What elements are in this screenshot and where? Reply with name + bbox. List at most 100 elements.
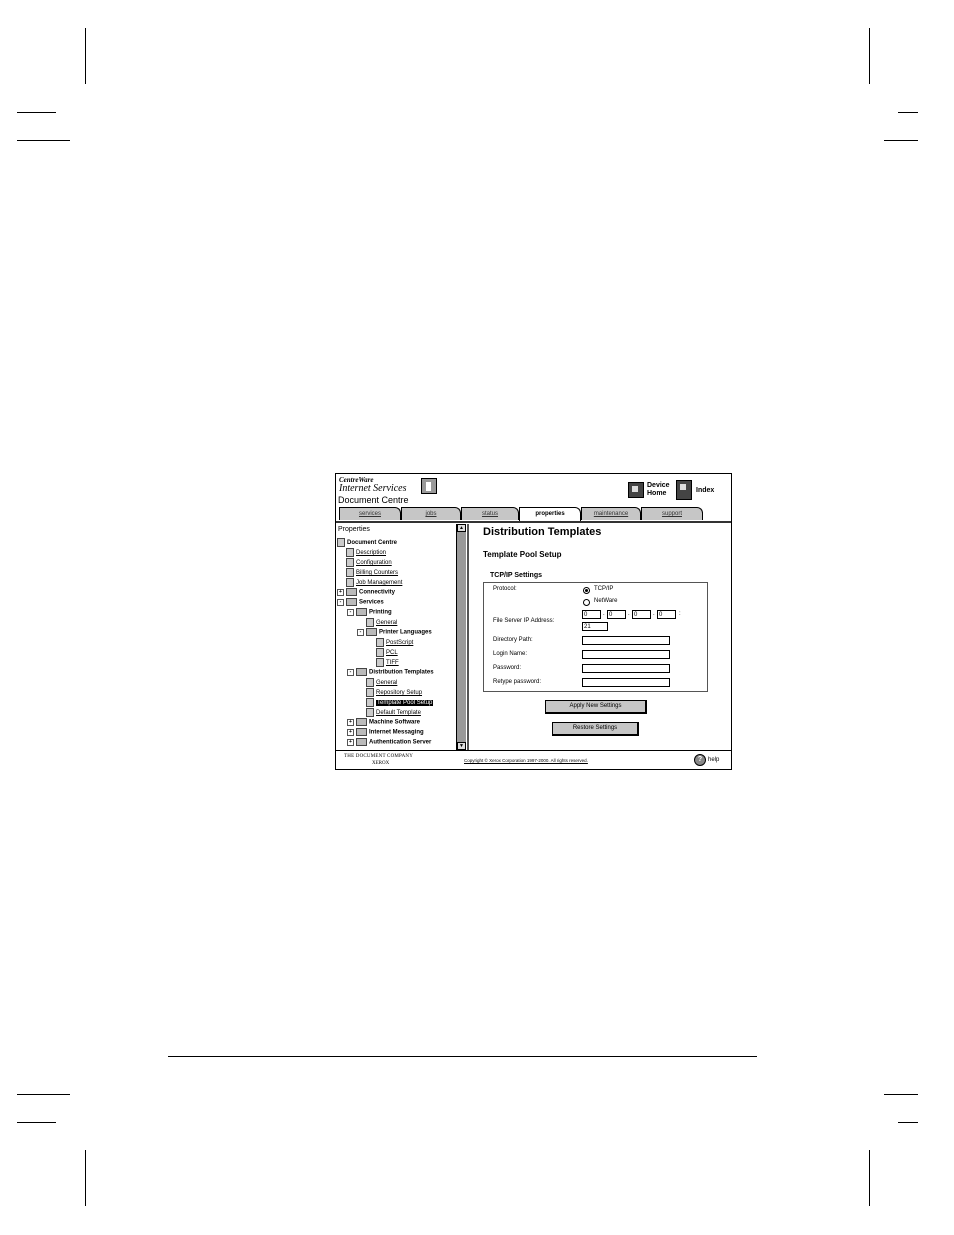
- tab-support[interactable]: support: [641, 507, 703, 520]
- tree-scrollbar[interactable]: ▲ ▼: [456, 524, 466, 750]
- password-field[interactable]: [582, 664, 670, 673]
- ip-octet-3[interactable]: 0: [632, 610, 651, 619]
- scroll-down-arrow-icon[interactable]: ▼: [457, 742, 466, 750]
- restore-settings-button[interactable]: Restore Settings: [552, 722, 639, 736]
- tab-status[interactable]: status: [461, 507, 519, 520]
- tree-node-billing-counters[interactable]: Billing Counters: [346, 568, 398, 577]
- centreware-logo-icon: [421, 478, 437, 494]
- tab-services[interactable]: services: [339, 507, 401, 520]
- screenshot-window: CentreWare Internet Services Document Ce…: [335, 473, 732, 770]
- page-icon: [366, 688, 374, 697]
- tree-node-configuration[interactable]: Configuration: [346, 558, 392, 567]
- protocol-option-tcpip: TCP/IP: [594, 586, 614, 592]
- tree-node-dt-general[interactable]: General: [366, 678, 397, 687]
- tree-node-tiff[interactable]: TIFF: [376, 658, 399, 667]
- help-icon[interactable]: ?: [694, 754, 706, 766]
- page-icon: [366, 618, 374, 627]
- page-icon: [366, 708, 374, 717]
- tree-node-distribution-templates[interactable]: - Distribution Templates: [347, 668, 434, 677]
- tree-node-pcl[interactable]: PCL: [376, 648, 398, 657]
- protocol-radio-tcpip[interactable]: [583, 587, 590, 594]
- page-subtitle: Template Pool Setup: [483, 550, 562, 559]
- login-name-field[interactable]: [582, 650, 670, 659]
- tab-properties[interactable]: properties: [519, 507, 581, 521]
- expand-icon[interactable]: +: [337, 588, 344, 596]
- collapse-icon[interactable]: -: [347, 608, 354, 616]
- tree-node-document-centre[interactable]: Document Centre: [337, 538, 397, 547]
- tree-node-job-management[interactable]: Job Management: [346, 578, 402, 587]
- tree-node-services[interactable]: - Services: [337, 598, 384, 607]
- tree-node-authentication-server[interactable]: + Authentication Server: [347, 738, 431, 747]
- folder-icon: [346, 588, 357, 596]
- tab-divider: [336, 521, 731, 523]
- folder-icon: [356, 738, 367, 746]
- company-line1: THE DOCUMENT COMPANY: [344, 754, 414, 759]
- folder-icon: [346, 598, 357, 606]
- retype-password-label: Retype password:: [493, 679, 542, 685]
- tree-node-machine-software[interactable]: + Machine Software: [347, 718, 420, 727]
- pane-divider[interactable]: [467, 524, 469, 750]
- tree-node-printing[interactable]: - Printing: [347, 608, 392, 617]
- directory-path-field[interactable]: [582, 636, 670, 645]
- collapse-icon[interactable]: -: [347, 668, 354, 676]
- scroll-up-arrow-icon[interactable]: ▲: [457, 524, 466, 532]
- login-label: Login Name:: [493, 651, 528, 657]
- device-name: Document Centre: [338, 495, 409, 505]
- tree-node-general[interactable]: General: [366, 618, 397, 627]
- brand-line2: Internet Services: [339, 483, 407, 494]
- expand-icon[interactable]: +: [347, 718, 354, 726]
- folder-icon: [356, 718, 367, 726]
- page-icon: [376, 648, 384, 657]
- device-home-link[interactable]: Device Home: [647, 482, 673, 498]
- tree-node-repository-setup[interactable]: Repository Setup: [366, 688, 422, 697]
- expand-icon[interactable]: +: [347, 728, 354, 736]
- tab-maintenance[interactable]: maintenance: [581, 507, 641, 520]
- folder-icon: [356, 608, 367, 616]
- tree-node-template-pool-setup[interactable]: Template Pool Setup: [366, 698, 434, 707]
- collapse-icon[interactable]: -: [337, 598, 344, 606]
- crop-mark: [17, 140, 70, 141]
- tree-node-postscript[interactable]: PostScript: [376, 638, 413, 647]
- ip-octet-1[interactable]: 0: [582, 610, 601, 619]
- page-icon: [346, 578, 354, 587]
- tree-node-printer-languages[interactable]: - Printer Languages: [357, 628, 432, 637]
- device-home-icon[interactable]: [628, 482, 644, 498]
- crop-mark: [869, 1150, 870, 1206]
- collapse-icon[interactable]: -: [357, 628, 364, 636]
- device-icon: [337, 538, 345, 547]
- tab-jobs[interactable]: jobs: [401, 507, 461, 520]
- apply-settings-button[interactable]: Apply New Settings: [545, 700, 647, 714]
- protocol-label: Protocol:: [493, 586, 517, 592]
- page-icon: [376, 658, 384, 667]
- tree-node-description[interactable]: Description: [346, 548, 386, 557]
- page-footer-rule: [168, 1056, 757, 1057]
- tree-title: Properties: [338, 526, 370, 533]
- crop-mark: [17, 1094, 70, 1095]
- page-title: Distribution Templates: [483, 526, 602, 538]
- folder-icon: [356, 728, 367, 736]
- crop-mark: [17, 112, 56, 113]
- retype-password-field[interactable]: [582, 678, 670, 687]
- password-label: Password:: [493, 665, 522, 671]
- protocol-option-netware: NetWare: [594, 598, 618, 604]
- tree-node-connectivity[interactable]: + Connectivity: [337, 588, 395, 597]
- page-icon: [346, 548, 354, 557]
- directory-label: Directory Path:: [493, 637, 533, 643]
- expand-icon[interactable]: +: [347, 738, 354, 746]
- index-link[interactable]: Index: [696, 487, 714, 494]
- crop-mark: [85, 28, 86, 84]
- ip-octet-2[interactable]: 0: [607, 610, 626, 619]
- footer-divider: [336, 750, 731, 751]
- port-field[interactable]: 21: [582, 622, 608, 631]
- tree-node-internet-messaging[interactable]: + Internet Messaging: [347, 728, 424, 737]
- tab-bar: services jobs status properties maintena…: [339, 507, 731, 521]
- device-home-line2: Home: [647, 490, 667, 497]
- ip-octet-4[interactable]: 0: [657, 610, 676, 619]
- page-icon: [376, 638, 384, 647]
- protocol-radio-netware[interactable]: [583, 599, 590, 606]
- tree-node-default-template[interactable]: Default Template: [366, 708, 421, 717]
- copyright-link[interactable]: Copyright © Xerox Corporation 1997-2000.…: [464, 758, 588, 763]
- help-link[interactable]: help: [708, 757, 719, 763]
- crop-mark: [884, 1094, 918, 1095]
- index-icon[interactable]: [676, 480, 692, 500]
